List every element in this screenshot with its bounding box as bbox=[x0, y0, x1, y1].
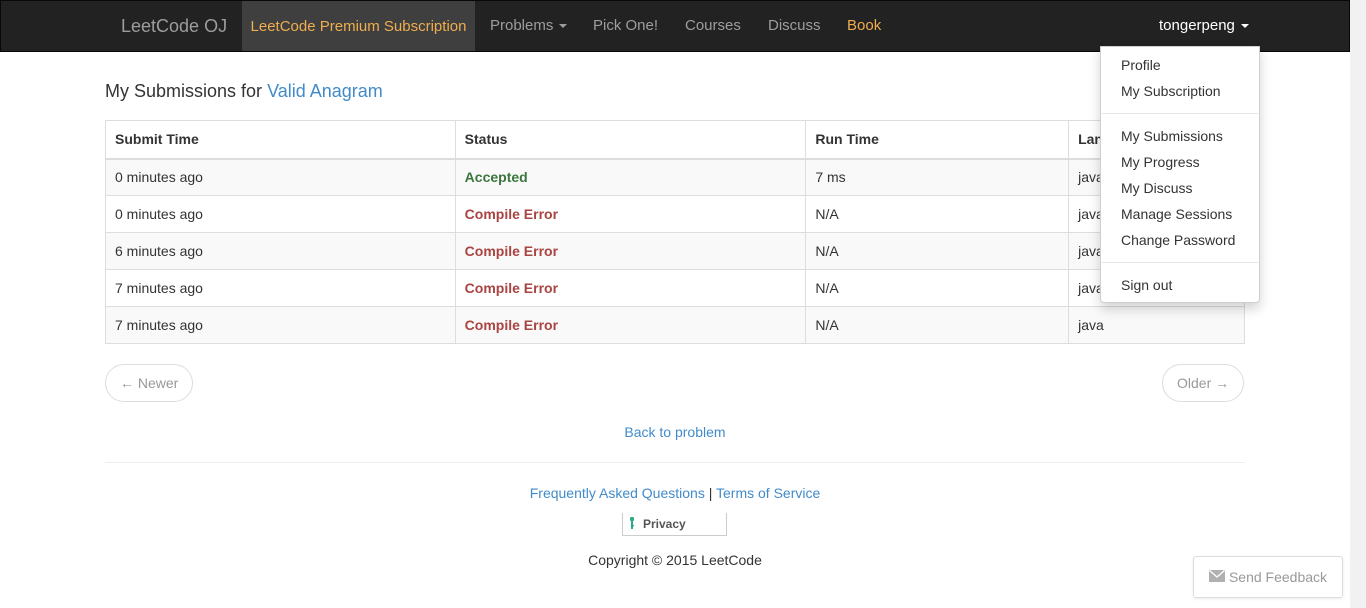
run-time-cell: N/A bbox=[805, 269, 1070, 307]
column-header-submit-time: Submit Time bbox=[105, 120, 456, 160]
menu-item-profile[interactable]: Profile bbox=[1121, 57, 1161, 73]
page-title: My Submissions for Valid Anagram bbox=[105, 81, 383, 102]
status-link[interactable]: Compile Error bbox=[454, 195, 807, 233]
table-row: 7 minutes ago Compile Error N/A java bbox=[105, 269, 1245, 307]
status-link[interactable]: Accepted bbox=[454, 158, 807, 196]
status-link[interactable]: Compile Error bbox=[454, 306, 807, 344]
nav-book[interactable]: Book bbox=[847, 17, 881, 34]
menu-item-sign-out[interactable]: Sign out bbox=[1121, 277, 1172, 293]
older-button[interactable]: Older → bbox=[1162, 364, 1245, 402]
key-icon bbox=[629, 516, 635, 532]
run-time-cell: N/A bbox=[805, 232, 1070, 270]
top-navbar: LeetCode OJ LeetCode Premium Subscriptio… bbox=[0, 0, 1350, 52]
send-feedback-label: Send Feedback bbox=[1228, 569, 1328, 585]
table-row: 0 minutes ago Compile Error N/A java bbox=[105, 195, 1245, 233]
nav-problems-label: Problems bbox=[490, 17, 554, 34]
page-scrollbar[interactable] bbox=[1350, 0, 1366, 608]
footer-links: Frequently Asked Questions | Terms of Se… bbox=[0, 485, 1350, 501]
status-link[interactable]: Compile Error bbox=[454, 269, 807, 307]
menu-item-my-subscription[interactable]: My Subscription bbox=[1121, 83, 1221, 99]
menu-item-my-submissions[interactable]: My Submissions bbox=[1121, 128, 1223, 144]
menu-item-my-progress[interactable]: My Progress bbox=[1121, 154, 1200, 170]
nav-problems-dropdown[interactable]: Problems bbox=[490, 17, 568, 34]
caret-down-icon bbox=[559, 24, 568, 29]
submit-time-cell: 7 minutes ago bbox=[105, 306, 456, 344]
submit-time-cell: 7 minutes ago bbox=[105, 269, 456, 307]
back-to-problem-link[interactable]: Back to problem bbox=[624, 424, 725, 440]
menu-divider bbox=[1102, 262, 1258, 263]
terms-link[interactable]: Terms of Service bbox=[716, 485, 820, 501]
faq-link[interactable]: Frequently Asked Questions bbox=[530, 485, 705, 501]
envelope-icon bbox=[1208, 569, 1225, 585]
problem-link[interactable]: Valid Anagram bbox=[267, 81, 383, 101]
nav-premium-subscription[interactable]: LeetCode Premium Subscription bbox=[242, 1, 475, 51]
nav-pick-one[interactable]: Pick One! bbox=[593, 17, 658, 34]
run-time-cell: N/A bbox=[805, 306, 1070, 344]
footer-separator: | bbox=[708, 485, 713, 501]
privacy-label: Privacy bbox=[643, 517, 686, 531]
newer-button[interactable]: ← Newer bbox=[105, 364, 194, 402]
submissions-table: Submit Time Status Run Time Language 0 m… bbox=[105, 120, 1245, 344]
user-dropdown-menu: Profile My Subscription My Submissions M… bbox=[1100, 46, 1260, 303]
menu-divider bbox=[1102, 113, 1258, 114]
column-header-status: Status bbox=[454, 120, 807, 160]
brand-logo[interactable]: LeetCode OJ bbox=[121, 16, 227, 37]
language-cell: java bbox=[1068, 306, 1245, 344]
menu-item-change-password[interactable]: Change Password bbox=[1121, 232, 1235, 248]
back-to-problem-row: Back to problem bbox=[0, 424, 1350, 440]
table-row: 7 minutes ago Compile Error N/A java bbox=[105, 306, 1245, 344]
status-link[interactable]: Compile Error bbox=[454, 232, 807, 270]
page-title-prefix: My Submissions for bbox=[105, 81, 263, 101]
submit-time-cell: 6 minutes ago bbox=[105, 232, 456, 270]
user-menu-toggle[interactable]: tongerpeng bbox=[1159, 17, 1249, 34]
run-time-cell: N/A bbox=[805, 195, 1070, 233]
menu-item-my-discuss[interactable]: My Discuss bbox=[1121, 180, 1193, 196]
send-feedback-button[interactable]: Send Feedback bbox=[1193, 556, 1343, 598]
user-name: tongerpeng bbox=[1159, 17, 1235, 34]
table-row: 6 minutes ago Compile Error N/A java bbox=[105, 232, 1245, 270]
submit-time-cell: 0 minutes ago bbox=[105, 158, 456, 196]
table-header-row: Submit Time Status Run Time Language bbox=[105, 120, 1245, 160]
nav-courses[interactable]: Courses bbox=[685, 17, 741, 34]
submit-time-cell: 0 minutes ago bbox=[105, 195, 456, 233]
table-row: 0 minutes ago Accepted 7 ms java bbox=[105, 158, 1245, 196]
caret-down-icon bbox=[1240, 24, 1249, 29]
menu-item-manage-sessions[interactable]: Manage Sessions bbox=[1121, 206, 1232, 222]
run-time-cell: 7 ms bbox=[805, 158, 1070, 196]
footer-divider bbox=[105, 462, 1245, 463]
nav-discuss[interactable]: Discuss bbox=[768, 17, 821, 34]
copyright-text: Copyright © 2015 LeetCode bbox=[588, 552, 762, 568]
privacy-badge[interactable]: Privacy bbox=[622, 513, 727, 536]
column-header-run-time: Run Time bbox=[805, 120, 1070, 160]
